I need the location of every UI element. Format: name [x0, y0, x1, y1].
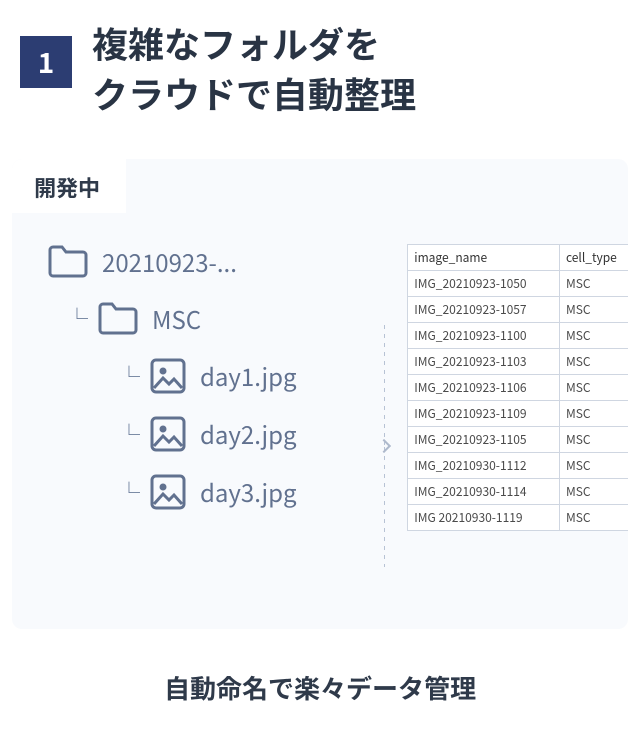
tree-elbow-icon: └ [118, 476, 136, 508]
image-icon [150, 358, 186, 394]
table-cell: MSC [559, 270, 628, 296]
heading-title: 複雑なフォルダを クラウドで自動整理 [92, 18, 416, 119]
tree-file-row: └ day2.jpg [118, 416, 369, 452]
table-cell: MSC [559, 322, 628, 348]
title-line-2: クラウドで自動整理 [92, 67, 416, 119]
table-cell: MSC [559, 296, 628, 322]
feature-card: 開発中 20210923-... └ MSC └ [12, 159, 628, 629]
table-row: IMG_20210930-1114MSC [408, 478, 628, 504]
tree-root-row: 20210923-... [48, 244, 369, 279]
table-cell: MSC [559, 400, 628, 426]
subfolder-label: MSC [152, 301, 201, 336]
table-row: IMG_20210930-1112MSC [408, 452, 628, 478]
table-cell: IMG_20210923-1050 [408, 270, 560, 296]
tree-elbow-icon: └ [66, 302, 84, 334]
table-header: cell_type [559, 244, 628, 270]
table-cell: IMG 20210930-1119 [408, 504, 560, 530]
table-cell: IMG_20210930-1112 [408, 452, 560, 478]
data-table: image_name cell_type IMG_20210923-1050MS… [407, 244, 628, 531]
table-cell: MSC [559, 426, 628, 452]
table-row: IMG_20210923-1109MSC [408, 400, 628, 426]
table-cell: MSC [559, 348, 628, 374]
table-cell: MSC [559, 374, 628, 400]
table-cell: IMG_20210930-1114 [408, 478, 560, 504]
table-cell: IMG_20210923-1057 [408, 296, 560, 322]
image-icon [150, 474, 186, 510]
root-folder-label: 20210923-... [102, 244, 237, 279]
table-cell: IMG_20210923-1106 [408, 374, 560, 400]
table-row: IMG_20210923-1100MSC [408, 322, 628, 348]
folder-icon [98, 301, 138, 335]
step-number-badge: 1 [20, 36, 72, 88]
table-row: IMG_20210923-1103MSC [408, 348, 628, 374]
footer-caption: 自動命名で楽々データ管理 [0, 669, 640, 706]
table-header: image_name [408, 244, 560, 270]
title-line-1: 複雑なフォルダを [92, 17, 380, 69]
arrow-divider [369, 244, 399, 629]
tree-file-row: └ day1.jpg [118, 358, 369, 394]
table-row: IMG_20210923-1105MSC [408, 426, 628, 452]
status-badge: 開発中 [12, 159, 126, 213]
folder-tree: 20210923-... └ MSC └ day1.jpg └ [12, 244, 369, 629]
tree-file-row: └ day3.jpg [118, 474, 369, 510]
table-cell: IMG_20210923-1100 [408, 322, 560, 348]
file-label: day2.jpg [200, 416, 297, 451]
table-row: IMG_20210923-1050MSC [408, 270, 628, 296]
table-cell: MSC [559, 478, 628, 504]
file-label: day3.jpg [200, 474, 297, 509]
table-row: IMG_20210923-1106MSC [408, 374, 628, 400]
table-cell: IMG_20210923-1109 [408, 400, 560, 426]
table-cell: IMG_20210923-1103 [408, 348, 560, 374]
tree-elbow-icon: └ [118, 360, 136, 392]
image-icon [150, 416, 186, 452]
table-row: IMG 20210930-1119MSC [408, 504, 628, 530]
folder-icon [48, 244, 88, 278]
tree-subfolder-row: └ MSC [66, 301, 369, 336]
data-table-pane: image_name cell_type IMG_20210923-1050MS… [399, 244, 628, 629]
tree-elbow-icon: └ [118, 418, 136, 450]
table-row: IMG_20210923-1057MSC [408, 296, 628, 322]
file-label: day1.jpg [200, 358, 297, 393]
table-cell: MSC [559, 504, 628, 530]
table-cell: MSC [559, 452, 628, 478]
chevron-right-icon [377, 439, 391, 453]
table-cell: IMG_20210923-1105 [408, 426, 560, 452]
